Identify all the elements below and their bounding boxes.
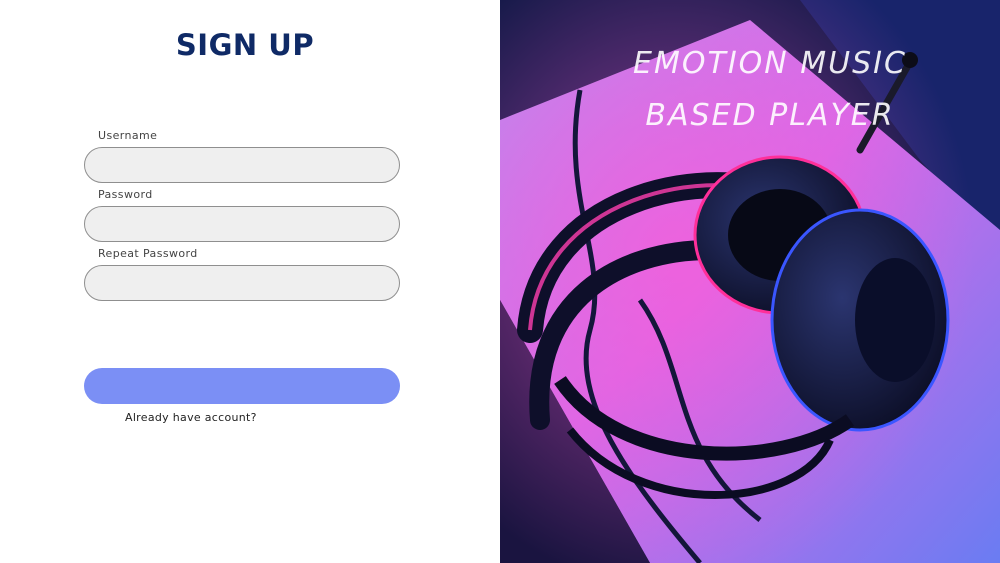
password-field[interactable] <box>84 206 400 242</box>
repeat-password-label: Repeat Password <box>98 247 198 260</box>
sign-up-button[interactable] <box>84 368 400 404</box>
already-have-account-link[interactable]: Already have account? <box>125 411 257 424</box>
password-label: Password <box>98 188 153 201</box>
hero-title-line-2: BASED PLAYER <box>645 98 895 133</box>
page-title: SIGN UP <box>175 28 315 62</box>
hero-panel: EMOTION MUSIC BASED PLAYER <box>500 0 1000 563</box>
hero-title-line-1: EMOTION MUSIC <box>633 46 907 81</box>
username-label: Username <box>98 129 158 142</box>
hero-title: EMOTION MUSIC BASED PLAYER <box>620 38 920 142</box>
signup-panel: SIGN UP Username Password Repeat Passwor… <box>0 0 500 563</box>
repeat-password-field[interactable] <box>84 265 400 301</box>
username-field[interactable] <box>84 147 400 183</box>
